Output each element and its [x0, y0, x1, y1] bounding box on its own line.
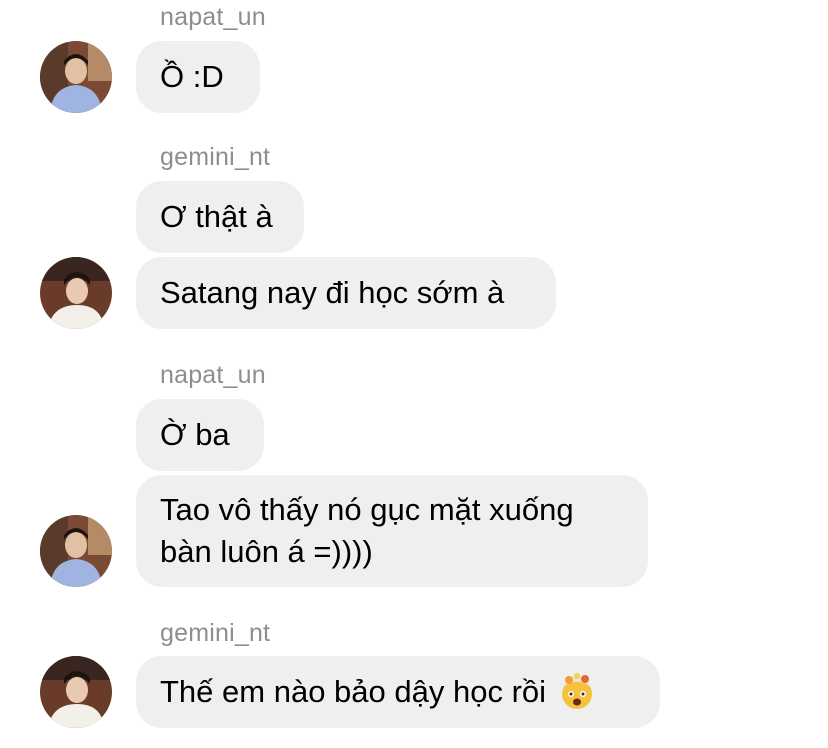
sender-name[interactable]: gemini_nt	[160, 142, 270, 172]
message-text: Ồ :D	[160, 59, 224, 94]
avatar-napat-un[interactable]	[40, 41, 112, 113]
avatar-gemini-nt[interactable]	[40, 257, 112, 329]
avatar-gemini-nt[interactable]	[40, 656, 112, 728]
message-bubble[interactable]: Satang nay đi học sớm à	[136, 257, 556, 329]
message-bubble[interactable]: Ờ ba	[136, 399, 264, 471]
message-text: Thế em nào bảo dậy học rồi	[160, 674, 547, 709]
message-bubble[interactable]: Ồ :D	[136, 41, 260, 113]
message-text: Ờ ba	[160, 417, 230, 452]
exploding-head-emoji	[558, 673, 596, 711]
avatar-napat-un[interactable]	[40, 515, 112, 587]
message-text: Satang nay đi học sớm à	[160, 275, 505, 310]
sender-name[interactable]: napat_un	[160, 360, 266, 390]
message-text: Ơ thật à	[160, 199, 273, 234]
sender-name[interactable]: napat_un	[160, 2, 266, 32]
message-bubble[interactable]: Ơ thật à	[136, 181, 304, 253]
sender-name[interactable]: gemini_nt	[160, 618, 270, 648]
message-text: Tao vô thấy nó gục mặt xuống bàn luôn á …	[160, 492, 574, 569]
message-bubble[interactable]: Thế em nào bảo dậy học rồi	[136, 656, 660, 728]
message-bubble[interactable]: Tao vô thấy nó gục mặt xuống bàn luôn á …	[136, 475, 648, 587]
